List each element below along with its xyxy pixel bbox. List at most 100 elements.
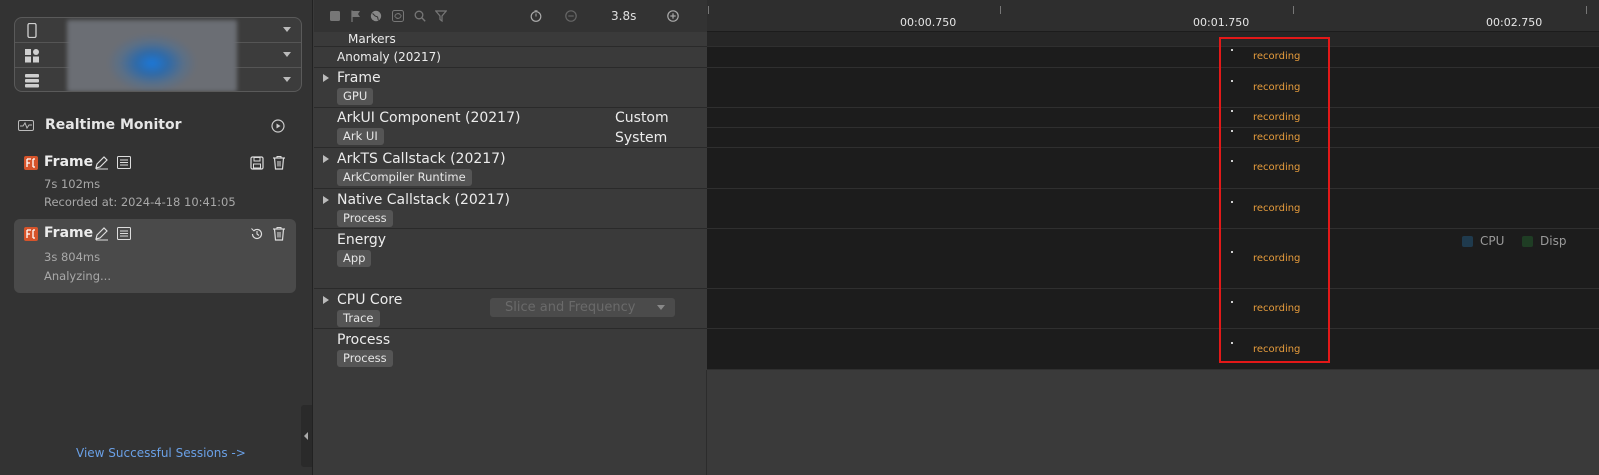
stop-icon[interactable]	[329, 10, 341, 22]
history-icon[interactable]	[250, 227, 264, 241]
track-anomaly[interactable]: recording	[707, 47, 1599, 68]
filter-icon[interactable]	[435, 10, 447, 22]
details-icon[interactable]	[117, 156, 131, 169]
legend-cpu: CPU	[1462, 234, 1504, 248]
lane-arkui-component[interactable]: ArkUI Component (20217) Ark UI Custom Sy…	[314, 108, 707, 148]
record-start-icon[interactable]	[271, 119, 285, 133]
lane-anomaly[interactable]: Anomaly (20217)	[314, 47, 707, 68]
track-cpu-core[interactable]: recording	[707, 289, 1599, 329]
lane-energy[interactable]: Energy App	[314, 229, 707, 289]
track-arkui-system[interactable]: recording	[707, 128, 1599, 148]
lane-frame[interactable]: Frame GPU	[314, 68, 707, 108]
details-icon[interactable]	[117, 227, 131, 240]
track-markers[interactable]	[707, 32, 1599, 47]
phone-icon	[27, 23, 37, 38]
session-item-selected[interactable]: Frame 3s 804ms Analyzing...	[14, 219, 296, 293]
lane-name: Native Callstack (20217)	[337, 192, 510, 208]
lane-name: Markers	[348, 32, 396, 46]
recording-label: recording	[1253, 51, 1301, 62]
track-energy[interactable]: recording CPU Disp	[707, 229, 1599, 289]
lane-name: Anomaly (20217)	[337, 50, 441, 64]
lane-tag: Trace	[337, 310, 380, 327]
panel-divider[interactable]	[706, 370, 707, 475]
marker-dot	[1231, 130, 1233, 132]
lane-arkts-callstack[interactable]: ArkTS Callstack (20217) ArkCompiler Runt…	[314, 148, 707, 189]
flag-icon[interactable]	[350, 10, 362, 22]
recording-label: recording	[1253, 162, 1301, 173]
delete-icon[interactable]	[272, 226, 286, 241]
expand-icon[interactable]	[323, 155, 329, 163]
lane-native-callstack[interactable]: Native Callstack (20217) Process	[314, 189, 707, 229]
sidebar-collapse-handle[interactable]	[301, 405, 312, 467]
legend-disp: Disp	[1522, 234, 1566, 248]
legend-swatch	[1522, 236, 1533, 247]
search-icon[interactable]	[414, 10, 426, 22]
chevron-down-icon	[283, 27, 291, 32]
edit-icon[interactable]	[94, 226, 109, 241]
marker-dot	[1231, 80, 1233, 82]
refresh-icon[interactable]	[392, 10, 404, 22]
session-item[interactable]: Frame 7s 102ms Recorded at: 2024-4-18 10…	[14, 148, 296, 214]
track-arkui-custom[interactable]: recording	[707, 108, 1599, 128]
track-arkts-callstack[interactable]: recording	[707, 148, 1599, 189]
lane-process[interactable]: Process Process	[314, 329, 707, 369]
recording-label: recording	[1253, 344, 1301, 355]
chevron-left-icon	[304, 432, 308, 440]
session-status: Analyzing...	[44, 269, 111, 283]
save-icon[interactable]	[250, 156, 264, 170]
timer-icon[interactable]	[530, 10, 542, 22]
lane-markers[interactable]: Markers	[314, 32, 707, 47]
lane-tag: Ark UI	[337, 128, 384, 145]
view-successful-sessions-link[interactable]: View Successful Sessions ->	[76, 446, 246, 460]
lane-tag: ArkCompiler Runtime	[337, 169, 472, 186]
ruler-tick-label: 00:00.750	[900, 16, 957, 29]
apps-icon	[25, 49, 39, 63]
edit-icon[interactable]	[94, 155, 109, 170]
chevron-down-icon	[283, 52, 291, 57]
sublane-system-label: System	[615, 130, 668, 146]
time-ruler[interactable]: 00:00.750 00:01.750 00:02.750	[707, 0, 1599, 32]
expand-icon[interactable]	[323, 74, 329, 82]
lane-cpu-core[interactable]: CPU Core Trace Slice and Frequency	[314, 289, 707, 329]
frame-session-icon	[24, 227, 38, 241]
cpu-view-mode-select[interactable]: Slice and Frequency	[490, 298, 675, 317]
marker-dot	[1231, 342, 1233, 344]
lane-tag: Process	[337, 350, 393, 367]
legend-swatch	[1462, 236, 1473, 247]
session-duration: 7s 102ms	[44, 177, 101, 191]
frame-session-icon	[24, 156, 38, 170]
ruler-tickline	[1293, 6, 1294, 14]
stack-icon	[25, 74, 39, 88]
zoom-in-icon[interactable]	[667, 10, 679, 22]
ruler-tickline	[1000, 6, 1001, 14]
recording-label: recording	[1253, 82, 1301, 93]
track-process[interactable]: recording	[707, 329, 1599, 370]
expand-icon[interactable]	[323, 296, 329, 304]
ruler-tick-label: 00:02.750	[1486, 16, 1543, 29]
track-frame[interactable]: recording	[707, 68, 1599, 108]
globe-icon[interactable]	[370, 10, 382, 22]
track-native-callstack[interactable]: recording	[707, 189, 1599, 229]
expand-icon[interactable]	[323, 196, 329, 204]
cpu-view-mode-value: Slice and Frequency	[505, 300, 636, 315]
lane-name: Energy	[337, 232, 387, 248]
monitor-icon	[18, 120, 34, 131]
device-selector-group	[14, 17, 302, 92]
ruler-tickline	[708, 6, 709, 14]
marker-dot	[1231, 251, 1233, 253]
profiler-window: Realtime Monitor Frame 7s 102ms Recorded…	[0, 0, 1599, 475]
timeline-tracks[interactable]: recording recording recording recording …	[707, 32, 1599, 370]
ruler-tick-label: 00:01.750	[1193, 16, 1250, 29]
recording-label: recording	[1253, 253, 1301, 264]
marker-dot	[1231, 201, 1233, 203]
delete-icon[interactable]	[272, 155, 286, 170]
chevron-down-icon	[657, 305, 665, 310]
session-title: Frame	[44, 154, 94, 170]
zoom-out-icon[interactable]	[565, 10, 577, 22]
lane-tag: App	[337, 250, 372, 267]
sublane-custom-label: Custom	[615, 110, 669, 126]
realtime-monitor-item[interactable]: Realtime Monitor	[18, 113, 293, 139]
session-status: Recorded at: 2024-4-18 10:41:05	[44, 195, 236, 209]
lane-name: CPU Core	[337, 292, 403, 308]
session-duration: 3s 804ms	[44, 250, 101, 264]
